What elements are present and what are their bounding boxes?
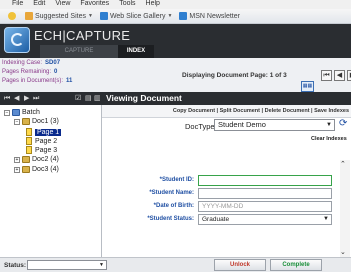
tab-capture[interactable]: CAPTURE bbox=[40, 45, 118, 58]
indexing-case: Indexing Case: SD07 bbox=[2, 60, 61, 66]
refresh-icon[interactable]: ⟳ bbox=[339, 118, 347, 129]
student-id-field[interactable] bbox=[198, 175, 332, 186]
tree-toolbar: ⏮ ◀ ▶ ⏭ ☑ ▤ ▥ bbox=[0, 92, 102, 105]
document-actions: Copy Document | Split Document | Delete … bbox=[102, 105, 351, 118]
chevron-down-icon: ▼ bbox=[99, 262, 104, 268]
menu-tools[interactable]: Tools bbox=[119, 0, 135, 8]
doctype-select[interactable]: Student Demo ▼ bbox=[214, 119, 335, 131]
suggested-sites-link[interactable]: Suggested Sites ▼ bbox=[25, 12, 93, 20]
web-slice-icon bbox=[99, 12, 108, 20]
web-slice-gallery-label: Web Slice Gallery bbox=[109, 12, 166, 20]
first-page-icon: ⏮ bbox=[323, 72, 330, 79]
suggested-sites-icon bbox=[25, 12, 33, 20]
document-icon bbox=[22, 166, 30, 173]
student-id-label: *Student ID: bbox=[159, 177, 194, 183]
scroll-up-icon[interactable]: ⌃ bbox=[340, 160, 346, 168]
pages-remaining: Pages Remaining: 0 bbox=[2, 69, 58, 75]
prev-page-icon: ◀ bbox=[336, 72, 343, 79]
tree-node-doc1[interactable]: − Doc1 (3) bbox=[14, 118, 59, 125]
student-name-label: *Student Name: bbox=[149, 190, 194, 196]
unlock-button[interactable]: Unlock bbox=[214, 259, 266, 271]
date-of-birth-placeholder: YYYY-MM-DD bbox=[202, 203, 244, 210]
doctype-value: Student Demo bbox=[218, 120, 266, 129]
star-icon bbox=[8, 12, 16, 20]
doctype-label: DocType: bbox=[185, 122, 217, 131]
prev-doc-icon[interactable]: ◀ bbox=[14, 94, 19, 103]
menu-help[interactable]: Help bbox=[146, 0, 160, 8]
prev-page-button[interactable]: ◀ bbox=[334, 70, 345, 81]
app-brand: ECH|CAPTURE bbox=[34, 28, 131, 43]
clear-indexes-link[interactable]: Clear Indexes bbox=[311, 136, 347, 142]
tab-index[interactable]: INDEX bbox=[118, 45, 154, 58]
menu-view[interactable]: View bbox=[55, 0, 70, 8]
delete-document-link[interactable]: Delete Document bbox=[265, 108, 310, 114]
tree-node-page-1[interactable]: Page 1 bbox=[26, 128, 62, 136]
page-icon bbox=[26, 128, 32, 136]
tree-node-doc2[interactable]: + Doc2 (4) bbox=[14, 156, 59, 163]
status-label: Status: bbox=[4, 262, 27, 269]
viewing-document-title: Viewing Document bbox=[102, 92, 351, 105]
next-doc-icon[interactable]: ▶ bbox=[24, 94, 29, 103]
page-icon bbox=[26, 146, 32, 154]
page-view-icon[interactable]: ▥ bbox=[94, 94, 101, 103]
chevron-down-icon: ▼ bbox=[87, 13, 93, 19]
date-of-birth-field[interactable]: YYYY-MM-DD bbox=[198, 201, 332, 212]
pages-in-documents: Pages in Document(s): 11 bbox=[2, 78, 73, 84]
chevron-down-icon: ▼ bbox=[326, 122, 332, 128]
student-status-select[interactable]: Graduate ▼ bbox=[198, 214, 332, 225]
app-logo bbox=[4, 27, 30, 53]
batch-folder-icon bbox=[12, 109, 20, 116]
menu-file[interactable]: File bbox=[12, 0, 23, 8]
web-slice-gallery-link[interactable]: Web Slice Gallery ▼ bbox=[99, 12, 173, 20]
document-icon bbox=[22, 118, 30, 125]
collapse-icon[interactable]: − bbox=[14, 118, 20, 125]
checkbox-icon[interactable]: ☑ bbox=[75, 94, 81, 103]
student-status-value: Graduate bbox=[202, 216, 230, 223]
expand-icon[interactable]: + bbox=[14, 156, 20, 163]
student-status-label: *Student Status: bbox=[147, 216, 194, 222]
document-icon bbox=[22, 156, 30, 163]
status-select[interactable]: ▼ bbox=[27, 260, 107, 270]
split-document-link[interactable]: Split Document bbox=[220, 108, 260, 114]
complete-button[interactable]: Complete bbox=[270, 259, 322, 271]
menu-edit[interactable]: Edit bbox=[33, 0, 45, 8]
next-page-button[interactable]: ▶ bbox=[347, 70, 351, 81]
chevron-down-icon: ▼ bbox=[167, 13, 173, 19]
thumbnail-view-icon[interactable]: ▦▦ bbox=[301, 81, 314, 92]
favorites-bar: Suggested Sites ▼ Web Slice Gallery ▼ MS… bbox=[0, 9, 351, 24]
collapse-icon[interactable]: − bbox=[4, 109, 10, 116]
date-of-birth-label: *Date of Birth: bbox=[153, 203, 194, 209]
suggested-sites-label: Suggested Sites bbox=[35, 12, 86, 20]
msn-newsletter-link[interactable]: MSN Newsletter bbox=[179, 12, 240, 20]
scroll-down-icon[interactable]: ⌄ bbox=[340, 248, 346, 256]
msn-newsletter-label: MSN Newsletter bbox=[189, 12, 240, 20]
tree-node-page-2[interactable]: Page 2 bbox=[26, 137, 57, 145]
tree-node-batch[interactable]: − Batch bbox=[4, 109, 40, 116]
first-doc-icon[interactable]: ⏮ bbox=[4, 94, 10, 103]
expand-icon[interactable]: + bbox=[14, 166, 20, 173]
first-page-button[interactable]: ⏮ bbox=[321, 70, 332, 81]
page-icon bbox=[26, 137, 32, 145]
save-indexes-link[interactable]: Save Indexes bbox=[314, 108, 349, 114]
favorites-star[interactable] bbox=[8, 12, 18, 20]
copy-document-link[interactable]: Copy Document bbox=[173, 108, 215, 114]
tree-node-doc3[interactable]: + Doc3 (4) bbox=[14, 166, 59, 173]
browser-menu-bar: File Edit View Favorites Tools Help bbox=[0, 0, 351, 9]
displaying-page-text: Displaying Document Page: 1 of 3 bbox=[182, 72, 287, 79]
student-name-field[interactable] bbox=[198, 188, 332, 199]
grid-icon[interactable]: ▤ bbox=[85, 94, 92, 103]
menu-favorites[interactable]: Favorites bbox=[80, 0, 109, 8]
tree-node-page-3[interactable]: Page 3 bbox=[26, 146, 57, 154]
msn-icon bbox=[179, 12, 188, 20]
last-doc-icon[interactable]: ⏭ bbox=[33, 94, 39, 103]
chevron-down-icon: ▼ bbox=[323, 216, 329, 222]
form-scrollbar[interactable] bbox=[340, 160, 350, 258]
